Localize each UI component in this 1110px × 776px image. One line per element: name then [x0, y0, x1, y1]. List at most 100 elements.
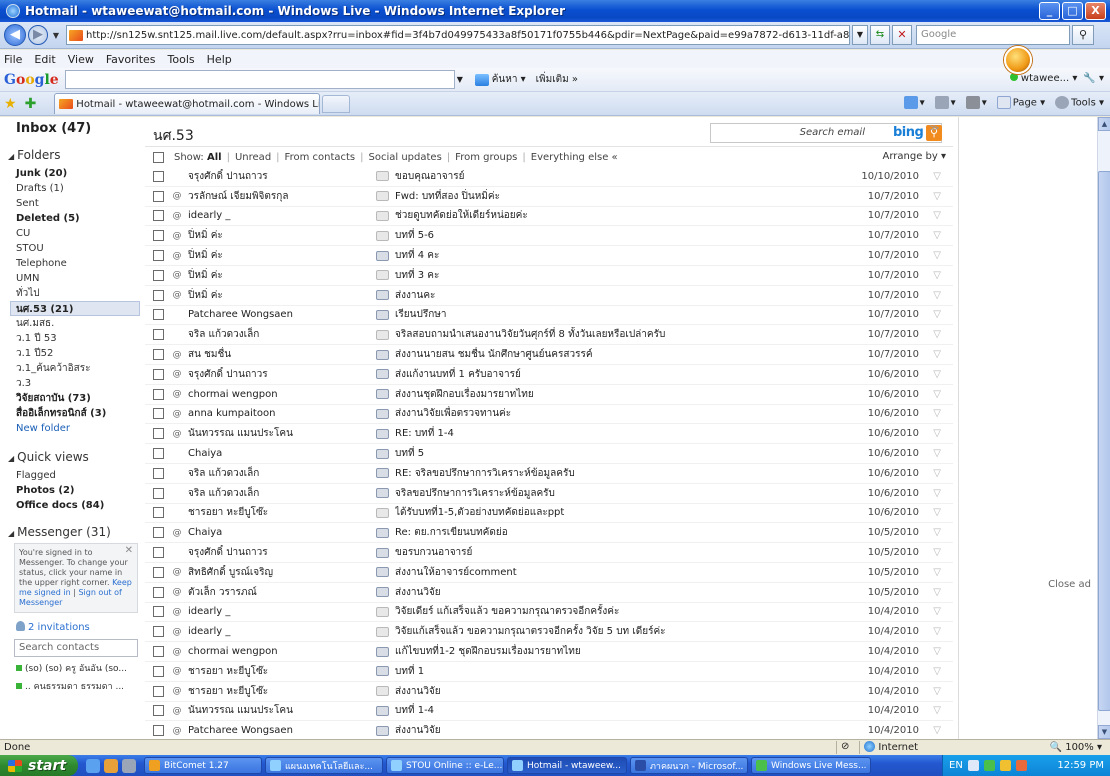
- message-checkbox[interactable]: [153, 725, 164, 737]
- flag-icon[interactable]: ▽: [933, 507, 941, 518]
- print-icon[interactable]: ▾: [965, 96, 987, 109]
- message-checkbox[interactable]: [153, 646, 164, 658]
- flag-icon[interactable]: ▽: [933, 646, 941, 657]
- message-checkbox[interactable]: [153, 705, 164, 717]
- sidebar-folder-item[interactable]: นศ.53 (21): [10, 301, 140, 316]
- message-sender[interactable]: chormai wengpon: [188, 389, 318, 400]
- sidebar-folder-item[interactable]: สื่ออิเล็กทรอนิกส์ (3): [8, 406, 140, 421]
- message-subject[interactable]: ขอบคุณอาจารย์: [395, 169, 815, 184]
- message-subject[interactable]: ส่งงานวิจัย: [395, 585, 815, 600]
- message-row[interactable]: @ นันทวรรณ แมนประโคน บทที่ 1-4 10/4/2010 ▽: [145, 702, 953, 722]
- message-checkbox[interactable]: [153, 448, 164, 460]
- sidebar-folder-item[interactable]: UMN: [8, 271, 140, 286]
- flag-icon[interactable]: ▽: [933, 527, 941, 538]
- task-ie-1[interactable]: แผนงเทคโนโลยีและ...: [265, 757, 383, 774]
- message-checkbox[interactable]: [153, 626, 164, 638]
- network-icon[interactable]: [983, 760, 995, 771]
- flag-icon[interactable]: ▽: [933, 191, 941, 202]
- sidebar-folder-item[interactable]: Sent: [8, 196, 140, 211]
- message-checkbox[interactable]: [153, 309, 164, 321]
- new-folder-link[interactable]: New folder: [8, 421, 140, 436]
- flag-icon[interactable]: ▽: [933, 626, 941, 637]
- task-word[interactable]: ภาคผนวก - Microsof...: [630, 757, 748, 774]
- zoom-level[interactable]: 🔍 100% ▾: [1050, 742, 1102, 753]
- message-subject[interactable]: ส่งงานวิจัย: [395, 684, 815, 699]
- close-icon[interactable]: ✕: [125, 546, 133, 556]
- flag-icon[interactable]: ▽: [933, 369, 941, 380]
- search-email-input[interactable]: Search email bing ⚲: [710, 123, 942, 143]
- sidebar-folder-item[interactable]: CU: [8, 226, 140, 241]
- message-subject[interactable]: เรียนปรึกษา: [395, 307, 815, 322]
- message-checkbox[interactable]: [153, 349, 164, 361]
- message-row[interactable]: Patcharee Wongsaen เรียนปรึกษา 10/7/2010 ▽: [145, 306, 953, 326]
- ie-quicklaunch-icon[interactable]: [86, 758, 100, 773]
- message-sender[interactable]: ปิ่หมิ่ ค่ะ: [188, 268, 318, 283]
- message-row[interactable]: @ สน ชมชื่น ส่งงานนายสน ชมชื่น นักศึกษาศูน…: [145, 345, 953, 365]
- inbox-link[interactable]: Inbox (47): [16, 121, 140, 136]
- message-subject[interactable]: ส่งงานวิจัยเพื่อตรวจทานค่ะ: [395, 406, 815, 421]
- message-sender[interactable]: Chaiya: [188, 448, 318, 459]
- refresh-icon[interactable]: ⇆: [870, 25, 890, 45]
- task-messenger[interactable]: Windows Live Mess...: [751, 757, 871, 774]
- message-sender[interactable]: สน ชมชื่น: [188, 347, 318, 362]
- message-checkbox[interactable]: [153, 685, 164, 697]
- tools-menu[interactable]: Tools ▾: [1055, 96, 1104, 109]
- flag-icon[interactable]: ▽: [933, 270, 941, 281]
- message-row[interactable]: @ Patcharee Wongsaen ส่งงานวิจัย 10/4/2010 ▽: [145, 721, 953, 739]
- message-subject[interactable]: Re: ตย.การเขียนบทคัดย่อ: [395, 525, 815, 540]
- minimize-button[interactable]: _: [1039, 2, 1060, 20]
- message-row[interactable]: @ idearly _ ช่วยดูบทคัดย่อให้เดียร์หน่อยค่…: [145, 207, 953, 227]
- message-subject[interactable]: RE: จริลขอปรึกษาการวิเคราะห์ข้อมูลครับ: [395, 466, 815, 481]
- feeds-icon[interactable]: ▾: [934, 96, 956, 109]
- message-row[interactable]: @ สิทธิศักดิ์ บูรณ์เจริญ ส่งงานให้อาจารย์c…: [145, 563, 953, 583]
- message-checkbox[interactable]: [153, 606, 164, 618]
- favorites-star-icon[interactable]: ★: [4, 96, 17, 112]
- message-row[interactable]: @ ปิ่หมิ่ ค่ะ บทที่ 3 คะ 10/7/2010 ▽: [145, 266, 953, 286]
- home-icon[interactable]: ▾: [903, 96, 925, 109]
- filter-social-updates[interactable]: Social updates: [369, 152, 442, 163]
- flag-icon[interactable]: ▽: [933, 309, 941, 320]
- sidebar-folder-item[interactable]: Deleted (5): [8, 211, 140, 226]
- internet-zone[interactable]: Internet: [859, 741, 918, 754]
- sidebar-folder-item[interactable]: ว.1 ปี52: [8, 346, 140, 361]
- message-checkbox[interactable]: [153, 388, 164, 400]
- message-subject[interactable]: จริลขอปรึกษาการวิเคราะห์ข้อมูลครับ: [395, 486, 815, 501]
- sidebar-folder-item[interactable]: วิจัยสถาบัน (73): [8, 391, 140, 406]
- message-subject[interactable]: บทที่ 1: [395, 664, 815, 679]
- message-sender[interactable]: chormai wengpon: [188, 646, 318, 657]
- message-checkbox[interactable]: [153, 210, 164, 222]
- privacy-icon[interactable]: ⊘: [836, 741, 849, 754]
- message-row[interactable]: @ idearly _ วิจัยแก้เสร็จแล้ว ขอความกรุณาต…: [145, 622, 953, 643]
- stop-icon[interactable]: ✕: [892, 25, 912, 45]
- flag-icon[interactable]: ▽: [933, 428, 941, 439]
- menu-file[interactable]: File: [4, 53, 22, 66]
- message-sender[interactable]: จรุงศักดิ์ ปานถาวร: [188, 169, 318, 184]
- message-sender[interactable]: Chaiya: [188, 527, 318, 538]
- filter-everything-else[interactable]: Everything else «: [531, 152, 618, 163]
- message-checkbox[interactable]: [153, 408, 164, 420]
- message-sender[interactable]: ชารอยา หะยีบูโซ๊ะ: [188, 664, 318, 679]
- message-sender[interactable]: วรลักษณ์ เจียมพิจิตรกุล: [188, 189, 318, 204]
- message-subject[interactable]: ส่งแก้งานบทที่ 1 ครับอาจารย์: [395, 367, 815, 382]
- message-row[interactable]: @ ชารอยา หะยีบูโซ๊ะ ส่งงานวิจัย 10/4/2010 ▽: [145, 682, 953, 702]
- filter-from-contacts[interactable]: From contacts: [285, 152, 356, 163]
- sidebar-folder-item[interactable]: STOU: [8, 241, 140, 256]
- message-sender[interactable]: จรุงศักดิ์ ปานถาวร: [188, 545, 318, 560]
- task-bitcomet[interactable]: BitComet 1.27: [144, 757, 262, 774]
- message-subject[interactable]: บทที่ 1-4: [395, 703, 815, 718]
- tab-hotmail[interactable]: Hotmail - wtaweewat@hotmail.com - Window…: [54, 93, 321, 114]
- google-dropdown-icon[interactable]: ▼: [457, 75, 469, 84]
- flag-icon[interactable]: ▽: [933, 686, 941, 697]
- message-row[interactable]: จรุงศักดิ์ ปานถาวร ขอบคุณอาจารย์ 10/10/201…: [145, 167, 953, 187]
- flag-icon[interactable]: ▽: [933, 725, 941, 736]
- message-row[interactable]: จริล แก้วดวงเล็ก RE: จริลขอปรึกษาการวิเคร…: [145, 464, 953, 484]
- flag-icon[interactable]: ▽: [933, 606, 941, 617]
- filter-all[interactable]: All: [207, 152, 222, 163]
- url-field[interactable]: http://sn125w.snt125.mail.live.com/defau…: [66, 25, 850, 45]
- message-checkbox[interactable]: [153, 665, 164, 677]
- contact-item[interactable]: (so) (so) ครู อันอัน (so...: [16, 661, 140, 675]
- sidebar-folder-item[interactable]: ทั่วไป: [8, 286, 140, 301]
- sidebar-folder-item[interactable]: ว.1_ค้นคว้าอิสระ: [8, 361, 140, 376]
- menu-tools[interactable]: Tools: [168, 53, 195, 66]
- google-search-input[interactable]: [64, 70, 455, 89]
